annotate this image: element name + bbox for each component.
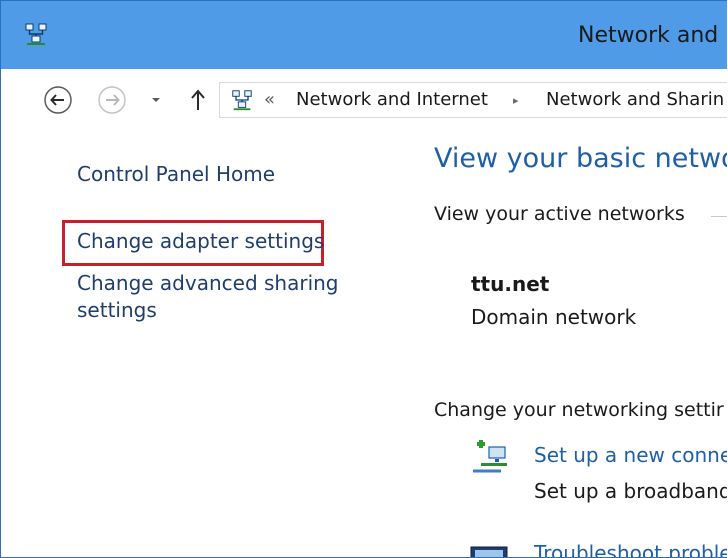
breadcrumb-network-and-internet[interactable]: Network and Internet [296, 89, 488, 110]
breadcrumb-network-and-sharing[interactable]: Network and Sharin [546, 89, 724, 110]
window: Network and « Network and Internet ▸ Net… [0, 0, 727, 558]
breadcrumb-overflow[interactable]: « [264, 89, 275, 110]
page-heading: View your basic networ [434, 143, 727, 174]
setup-new-connection-desc: Set up a broadband, [534, 479, 727, 503]
change-advanced-sharing-link[interactable]: Change advanced sharing [77, 270, 339, 297]
up-arrow-icon[interactable] [188, 88, 208, 112]
setup-new-connection-link[interactable]: Set up a new connec [534, 443, 727, 467]
network-type: Domain network [471, 305, 637, 329]
control-panel-home-link[interactable]: Control Panel Home [77, 161, 275, 188]
troubleshoot-problems-link[interactable]: Troubleshoot proble [534, 541, 727, 557]
troubleshoot-icon [470, 546, 508, 557]
navigation-bar: « Network and Internet ▸ Network and Sha… [1, 69, 727, 131]
main-content: View your basic networ View your active … [401, 131, 727, 557]
change-advanced-sharing-link-line2[interactable]: settings [77, 297, 157, 324]
left-pane: Control Panel Home Change adapter settin… [1, 131, 401, 557]
new-connection-icon [473, 440, 507, 473]
active-networks-label: View your active networks [434, 203, 685, 225]
change-settings-label: Change your networking settir [434, 399, 724, 421]
section-divider [711, 216, 727, 217]
network-sharing-icon [232, 90, 252, 111]
back-arrow-icon[interactable] [43, 85, 73, 115]
dropdown-arrow-icon[interactable] [150, 96, 162, 104]
network-name: ttu.net [471, 272, 550, 296]
change-adapter-settings-link[interactable]: Change adapter settings [77, 228, 324, 255]
title-bar[interactable]: Network and [1, 1, 727, 69]
window-title: Network and [578, 23, 719, 48]
forward-arrow-icon[interactable] [97, 85, 127, 115]
breadcrumb-separator[interactable]: ▸ [513, 94, 519, 107]
network-sharing-icon [25, 23, 47, 45]
address-bar[interactable]: « Network and Internet ▸ Network and Sha… [219, 82, 727, 118]
